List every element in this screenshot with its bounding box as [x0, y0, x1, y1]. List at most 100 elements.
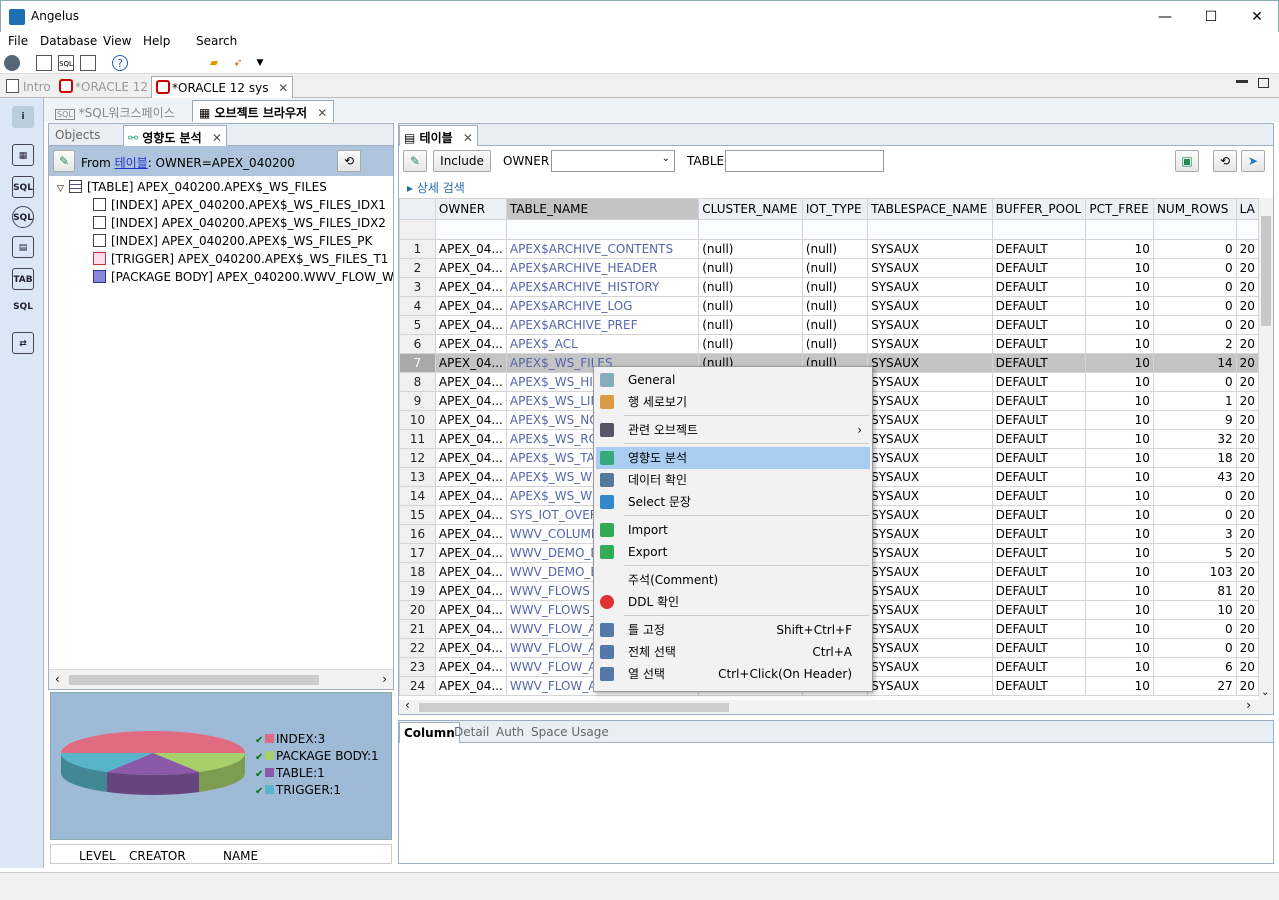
panel-maximize-icon[interactable]: [1258, 78, 1269, 88]
row-number[interactable]: 18: [399, 562, 436, 582]
scroll-down-icon[interactable]: ⌄: [1261, 687, 1269, 698]
grid-cell[interactable]: 10: [1085, 239, 1154, 259]
scroll-thumb[interactable]: [69, 675, 319, 685]
grid-cell[interactable]: 3: [1152, 524, 1237, 544]
grid-cell[interactable]: 20: [1235, 486, 1259, 506]
column-filter-cell[interactable]: [1152, 219, 1237, 240]
column-header[interactable]: CLUSTER_NAME: [698, 198, 803, 220]
grid-cell[interactable]: 32: [1152, 429, 1237, 449]
grid-cell[interactable]: 103: [1152, 562, 1237, 582]
grid-cell[interactable]: SYSAUX: [867, 448, 993, 468]
grid-cell[interactable]: SYSAUX: [867, 505, 993, 525]
grid-cell[interactable]: 20: [1235, 429, 1259, 449]
grid-cell[interactable]: 20: [1235, 543, 1259, 563]
tree-node-table[interactable]: ▽ [TABLE] APEX_040200.APEX$_WS_FILES: [57, 178, 327, 196]
grid-cell[interactable]: 27: [1152, 676, 1237, 696]
grid-cell[interactable]: SYSAUX: [867, 391, 993, 411]
grid-cell[interactable]: 9: [1152, 410, 1237, 430]
grid-cell[interactable]: SYSAUX: [867, 334, 993, 354]
grid-cell[interactable]: APEX_04...: [434, 410, 507, 430]
grid-cell[interactable]: APEX_04...: [434, 619, 507, 639]
grid-cell[interactable]: DEFAULT: [991, 448, 1087, 468]
grid-cell[interactable]: (null): [698, 334, 803, 354]
grid-cell[interactable]: APEX$ARCHIVE_CONTENTS: [505, 239, 700, 259]
grid-cell[interactable]: 10: [1085, 657, 1154, 677]
grid-cell[interactable]: 20: [1235, 353, 1259, 373]
tab-table-icon[interactable]: TAB: [12, 268, 34, 290]
grid-cell[interactable]: 10: [1085, 429, 1154, 449]
grid-cell[interactable]: APEX_04...: [434, 638, 507, 658]
grid-cell[interactable]: 20: [1235, 524, 1259, 544]
table-row[interactable]: 3 APEX_04... APEX$ARCHIVE_HISTORY (null) (nu…: [399, 277, 1259, 297]
row-number[interactable]: 5: [399, 315, 436, 335]
tab-oracle-12-sys[interactable]: *ORACLE 12 sys ✕: [151, 76, 294, 98]
level-header[interactable]: LEVEL: [79, 849, 116, 863]
legend-item[interactable]: ✔ INDEX:3: [255, 731, 379, 748]
grid-cell[interactable]: 0: [1152, 638, 1237, 658]
grid-cell[interactable]: SYSAUX: [867, 467, 993, 487]
grid-cell[interactable]: SYSAUX: [867, 676, 993, 696]
scroll-right-icon[interactable]: ›: [1246, 698, 1251, 712]
pie-slice-index[interactable]: [61, 731, 245, 753]
grid-cell[interactable]: 10: [1085, 524, 1154, 544]
grid-cell[interactable]: 10: [1085, 467, 1154, 487]
grid-cell[interactable]: 10: [1085, 676, 1154, 696]
table-row[interactable]: 5 APEX_04... APEX$ARCHIVE_PREF (null) (null)…: [399, 315, 1259, 335]
row-number[interactable]: 8: [399, 372, 436, 392]
context-menu-item[interactable]: 틀 고정 Shift+Ctrl+F: [596, 619, 870, 641]
grid-cell[interactable]: APEX_04...: [434, 258, 507, 278]
grid-cell[interactable]: 20: [1235, 410, 1259, 430]
checkbox-icon[interactable]: ✔: [255, 753, 265, 763]
grid-cell[interactable]: 0: [1152, 258, 1237, 278]
grid-cell[interactable]: 0: [1152, 296, 1237, 316]
legend-item[interactable]: ✔ PACKAGE BODY:1: [255, 748, 379, 765]
tab-object-browser[interactable]: ▦ 오브젝트 브라우저 ✕: [192, 100, 335, 122]
grid-cell[interactable]: APEX_04...: [434, 296, 507, 316]
grid-cell[interactable]: DEFAULT: [991, 638, 1087, 658]
sql-tune-icon[interactable]: SQL: [12, 206, 34, 228]
grid-cell[interactable]: APEX_04...: [434, 543, 507, 563]
grid-cell[interactable]: APEX_04...: [434, 562, 507, 582]
grid-cell[interactable]: 0: [1152, 486, 1237, 506]
grid-cell[interactable]: 10: [1085, 448, 1154, 468]
grid-cell[interactable]: 20: [1235, 562, 1259, 582]
menu-file[interactable]: File: [8, 34, 28, 48]
grid-cell[interactable]: 20: [1235, 505, 1259, 525]
grid-cell[interactable]: 10: [1085, 296, 1154, 316]
tab-close-icon[interactable]: ✕: [463, 131, 473, 145]
row-number[interactable]: 10: [399, 410, 436, 430]
grid-cell[interactable]: APEX_04...: [434, 391, 507, 411]
context-menu-item[interactable]: 행 세로보기: [596, 391, 870, 413]
grid-cell[interactable]: DEFAULT: [991, 619, 1087, 639]
folder-open-icon[interactable]: ▰: [206, 55, 222, 71]
grid-cell[interactable]: 20: [1235, 372, 1259, 392]
grid-cell[interactable]: 14: [1152, 353, 1237, 373]
grid-cell[interactable]: DEFAULT: [991, 258, 1087, 278]
context-menu-item[interactable]: 열 선택 Ctrl+Click(On Header): [596, 663, 870, 685]
row-number[interactable]: 14: [399, 486, 436, 506]
row-number[interactable]: 6: [399, 334, 436, 354]
menu-help[interactable]: Help: [143, 34, 170, 48]
scroll-thumb[interactable]: [1261, 216, 1271, 326]
grid-cell[interactable]: SYSAUX: [867, 429, 993, 449]
dropdown-arrow-icon[interactable]: ▼: [252, 55, 268, 71]
grid-cell[interactable]: (null): [801, 296, 869, 316]
grid-cell[interactable]: 10: [1085, 277, 1154, 297]
grid-cell[interactable]: DEFAULT: [991, 296, 1087, 316]
menu-database[interactable]: Database: [40, 34, 97, 48]
refresh-button[interactable]: ⟲: [337, 150, 361, 172]
scroll-left-icon[interactable]: ‹: [405, 698, 410, 712]
detail-search-toggle[interactable]: ▸ 상세 검색: [407, 179, 465, 196]
edit-filter-button[interactable]: ✎: [403, 150, 427, 172]
grid-cell[interactable]: DEFAULT: [991, 372, 1087, 392]
row-number[interactable]: 11: [399, 429, 436, 449]
connect-icon[interactable]: [36, 55, 52, 71]
grid-cell[interactable]: APEX_04...: [434, 429, 507, 449]
panel-minimize-icon[interactable]: [1236, 80, 1248, 83]
grid-cell[interactable]: (null): [801, 315, 869, 335]
grid-cell[interactable]: APEX_04...: [434, 600, 507, 620]
grid-cell[interactable]: 20: [1235, 258, 1259, 278]
grid-cell[interactable]: SYSAUX: [867, 524, 993, 544]
help-icon[interactable]: ?: [112, 55, 128, 71]
column-filter-cell[interactable]: [1085, 219, 1154, 240]
